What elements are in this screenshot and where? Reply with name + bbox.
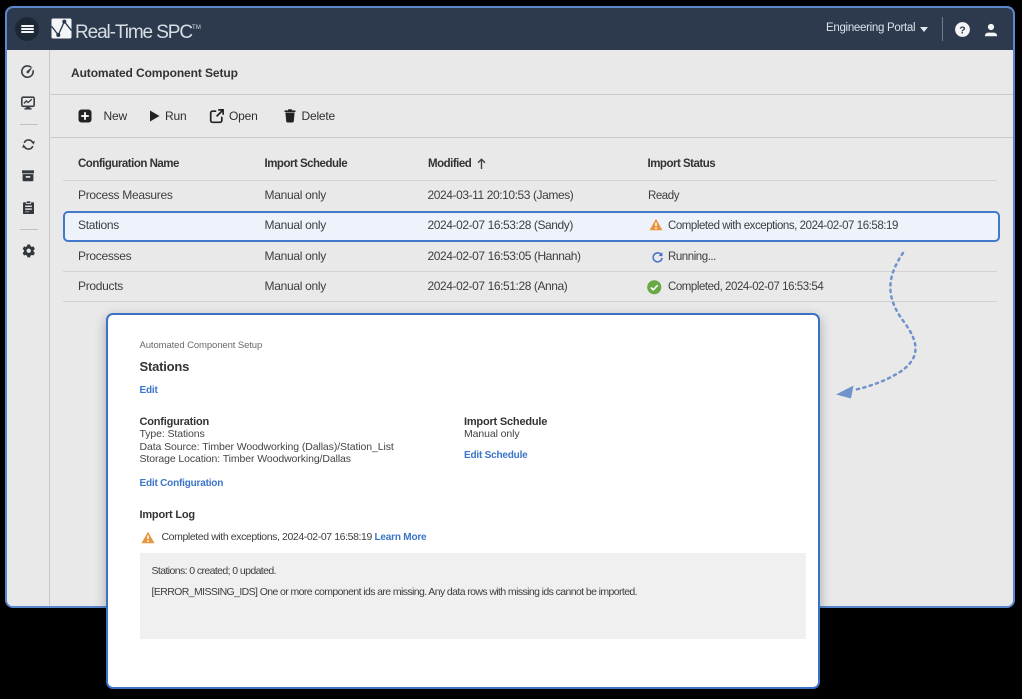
svg-text:?: ? xyxy=(959,24,965,36)
